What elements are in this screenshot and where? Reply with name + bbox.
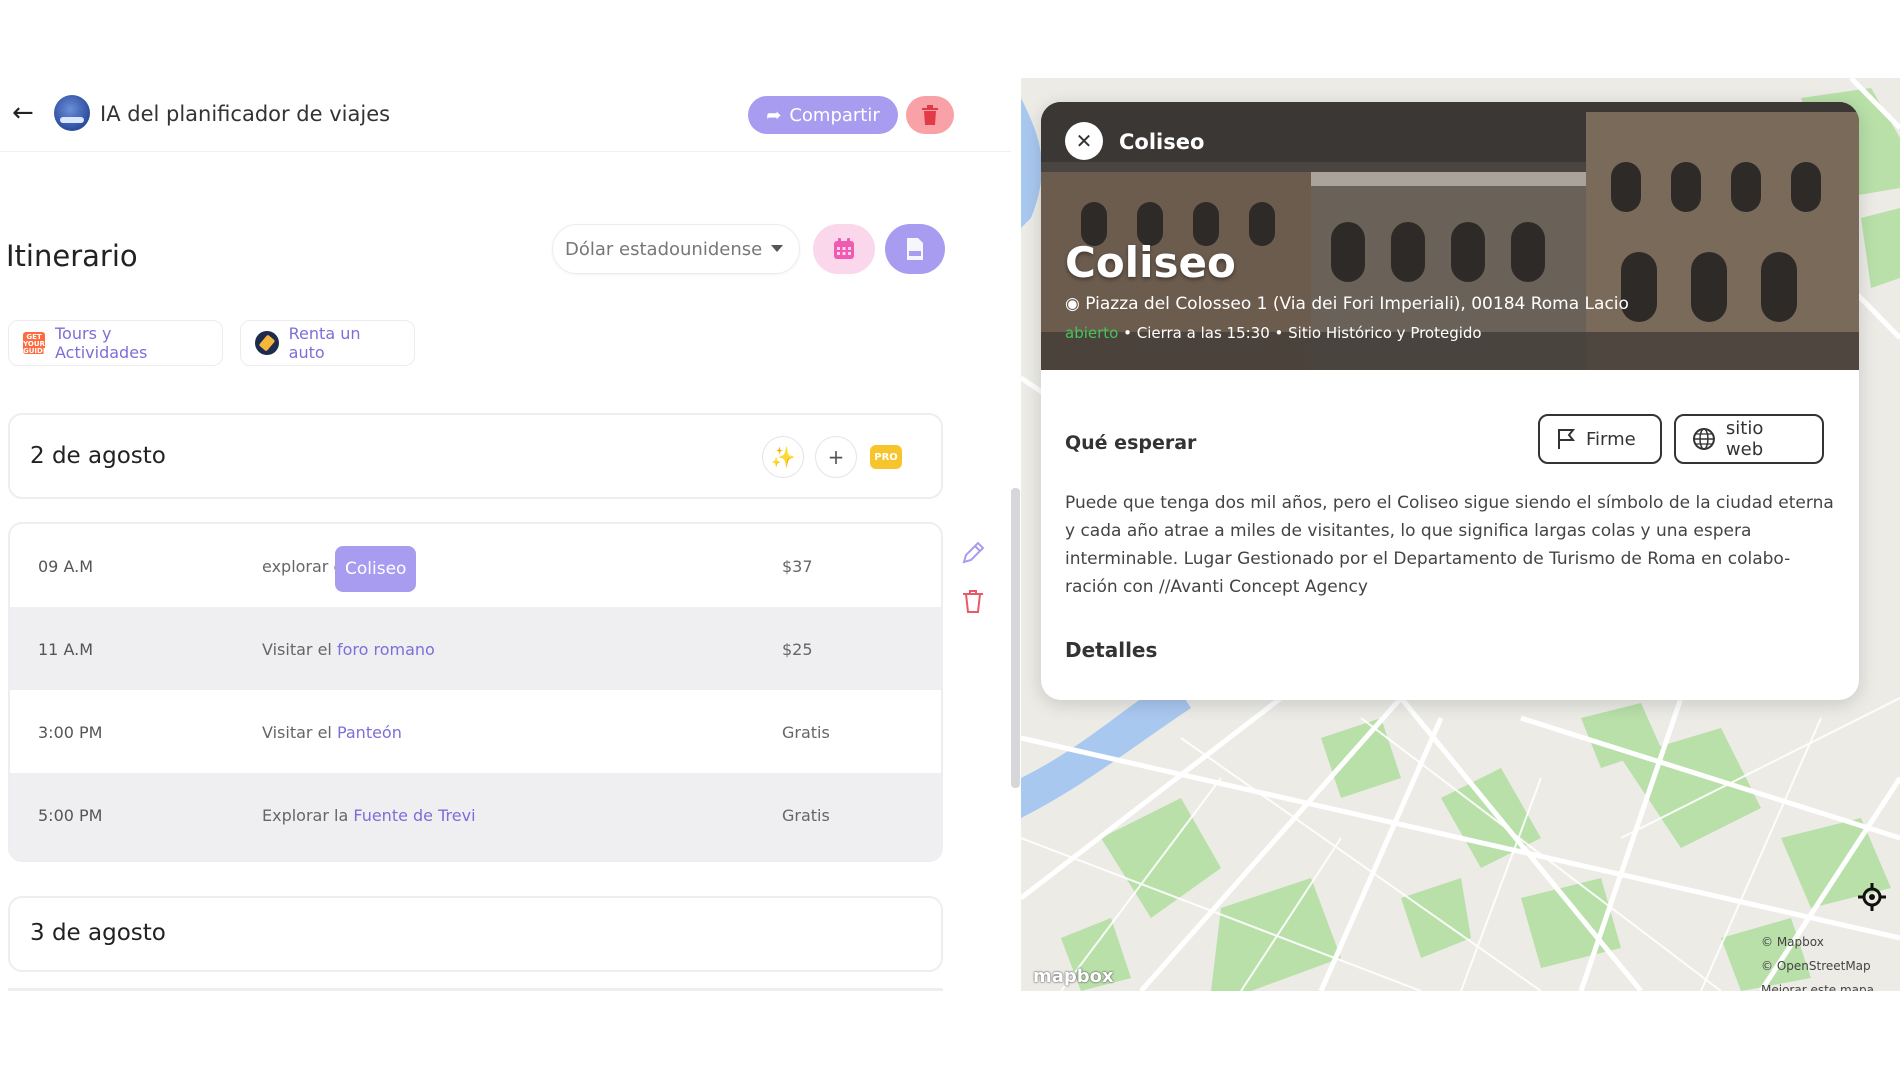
locate-me-icon[interactable] bbox=[1857, 882, 1887, 912]
scrollbar[interactable] bbox=[1011, 488, 1020, 788]
place-detail-panel: ✕ Coliseo Coliseo ◉ Piazza del Colosseo … bbox=[1041, 102, 1859, 700]
activity-price: $37 bbox=[782, 557, 813, 576]
osm-attribution[interactable]: © OpenStreetMap bbox=[1761, 954, 1874, 978]
firme-label: Firme bbox=[1586, 428, 1636, 450]
plus-icon: + bbox=[827, 445, 845, 469]
close-icon: ✕ bbox=[1075, 129, 1093, 153]
pdf-icon bbox=[907, 238, 923, 260]
mapbox-logo: mapbox bbox=[1033, 966, 1114, 987]
trash-icon bbox=[922, 105, 938, 125]
activity-row[interactable]: 3:00 PM Visitar el Panteón Gratis bbox=[10, 690, 941, 773]
what-to-expect-title: Qué esperar bbox=[1065, 432, 1197, 454]
map-attribution: © Mapbox © OpenStreetMap Mejorar este ma… bbox=[1761, 930, 1874, 991]
place-tooltip[interactable]: Coliseo bbox=[335, 546, 417, 592]
itinerary-title: Itinerario bbox=[6, 239, 138, 273]
add-activity-button[interactable]: + bbox=[815, 436, 857, 478]
share-arrow-icon: ➦ bbox=[766, 104, 782, 126]
divider bbox=[8, 988, 943, 991]
car-label: Renta un auto bbox=[288, 324, 361, 362]
currency-value: Dólar estadounidense bbox=[565, 238, 763, 260]
activity-price: $25 bbox=[782, 640, 813, 659]
place-status: abierto • Cierra a las 15:30 • Sitio His… bbox=[1065, 324, 1482, 342]
panel-header-title: Coliseo bbox=[1119, 130, 1205, 154]
day-card[interactable]: 2 de agosto ✨ + PRO bbox=[8, 413, 943, 499]
caret-down-icon bbox=[771, 245, 783, 252]
pdf-export-button[interactable] bbox=[885, 224, 945, 274]
activity-row[interactable]: 11 A.M Visitar el foro romano $25 bbox=[10, 607, 941, 690]
top-bar: ← IA del planificador de viajes ➦ Compar… bbox=[0, 78, 1011, 152]
magic-wand-icon: ✨ bbox=[770, 445, 796, 469]
activity-place-link[interactable]: Panteón bbox=[337, 723, 402, 742]
trash-outline-icon[interactable] bbox=[958, 586, 988, 616]
day-title: 2 de agosto bbox=[30, 443, 166, 469]
activity-time: 11 A.M bbox=[38, 640, 93, 659]
day-card[interactable]: 3 de agosto bbox=[8, 896, 943, 972]
activity-description: explorar e bbox=[262, 557, 344, 576]
activity-row[interactable]: 09 A.M explorar e Coliseo $37 bbox=[10, 524, 941, 607]
calendar-icon bbox=[834, 238, 854, 259]
back-arrow-icon[interactable]: ← bbox=[12, 98, 42, 128]
activity-time: 09 A.M bbox=[38, 557, 93, 576]
app-title: IA del planificador de viajes bbox=[100, 102, 391, 126]
calendar-button[interactable] bbox=[813, 224, 875, 274]
day-title: 3 de agosto bbox=[30, 920, 166, 946]
activity-description: Visitar el foro romano bbox=[262, 640, 435, 659]
tours-label: Tours y Actividades bbox=[55, 324, 148, 362]
pro-badge[interactable]: PRO bbox=[870, 445, 902, 469]
details-title: Detalles bbox=[1065, 638, 1158, 662]
activity-place-link[interactable]: Fuente de Trevi bbox=[353, 806, 475, 825]
app-logo bbox=[54, 95, 90, 131]
firme-button[interactable]: Firme bbox=[1538, 414, 1662, 464]
website-label: sitio web bbox=[1725, 418, 1764, 460]
car-rental-chip[interactable]: Renta un auto bbox=[240, 320, 415, 366]
car-rental-icon bbox=[255, 331, 279, 355]
magic-wand-button[interactable]: ✨ bbox=[762, 436, 804, 478]
activity-price: Gratis bbox=[782, 806, 830, 825]
activity-time: 3:00 PM bbox=[38, 723, 103, 742]
flag-icon bbox=[1558, 429, 1576, 449]
place-name: Coliseo bbox=[1065, 238, 1236, 287]
place-description: Puede que tenga dos mil años, pero el Co… bbox=[1065, 493, 1834, 597]
pin-icon: ◉ bbox=[1065, 294, 1086, 314]
delete-trip-button[interactable] bbox=[906, 96, 954, 134]
activity-place-link[interactable]: foro romano bbox=[337, 640, 435, 659]
place-hero-image: ✕ Coliseo Coliseo ◉ Piazza del Colosseo … bbox=[1041, 102, 1859, 370]
place-address: ◉ Piazza del Colosseo 1 (Via dei Fori Im… bbox=[1065, 294, 1629, 314]
activity-row[interactable]: 5:00 PM Explorar la Fuente de Trevi Grat… bbox=[10, 773, 941, 860]
open-status: abierto bbox=[1065, 324, 1119, 342]
share-button[interactable]: ➦ Compartir bbox=[748, 96, 898, 134]
getyourguide-logo: GET YOUR GUIDE bbox=[23, 332, 48, 355]
activity-list: 09 A.M explorar e Coliseo $37 11 A.M Vis… bbox=[8, 522, 943, 862]
globe-icon bbox=[1692, 428, 1715, 450]
currency-select[interactable]: Dólar estadounidense bbox=[552, 224, 800, 274]
close-panel-button[interactable]: ✕ bbox=[1065, 122, 1103, 160]
pencil-icon[interactable] bbox=[958, 538, 988, 568]
mapbox-attribution[interactable]: © Mapbox bbox=[1761, 930, 1874, 954]
website-button[interactable]: sitio web bbox=[1674, 414, 1824, 464]
improve-map-link[interactable]: Mejorar este mapa bbox=[1761, 978, 1874, 991]
share-label: Compartir bbox=[789, 104, 880, 126]
map[interactable]: ✕ Coliseo Coliseo ◉ Piazza del Colosseo … bbox=[1021, 78, 1900, 991]
activity-description: Explorar la Fuente de Trevi bbox=[262, 806, 476, 825]
itinerary-pane: ← IA del planificador de viajes ➦ Compar… bbox=[0, 78, 1011, 991]
activity-time: 5:00 PM bbox=[38, 806, 103, 825]
activity-description: Visitar el Panteón bbox=[262, 723, 402, 742]
tours-activities-chip[interactable]: GET YOUR GUIDE Tours y Actividades bbox=[8, 320, 223, 366]
activity-price: Gratis bbox=[782, 723, 830, 742]
